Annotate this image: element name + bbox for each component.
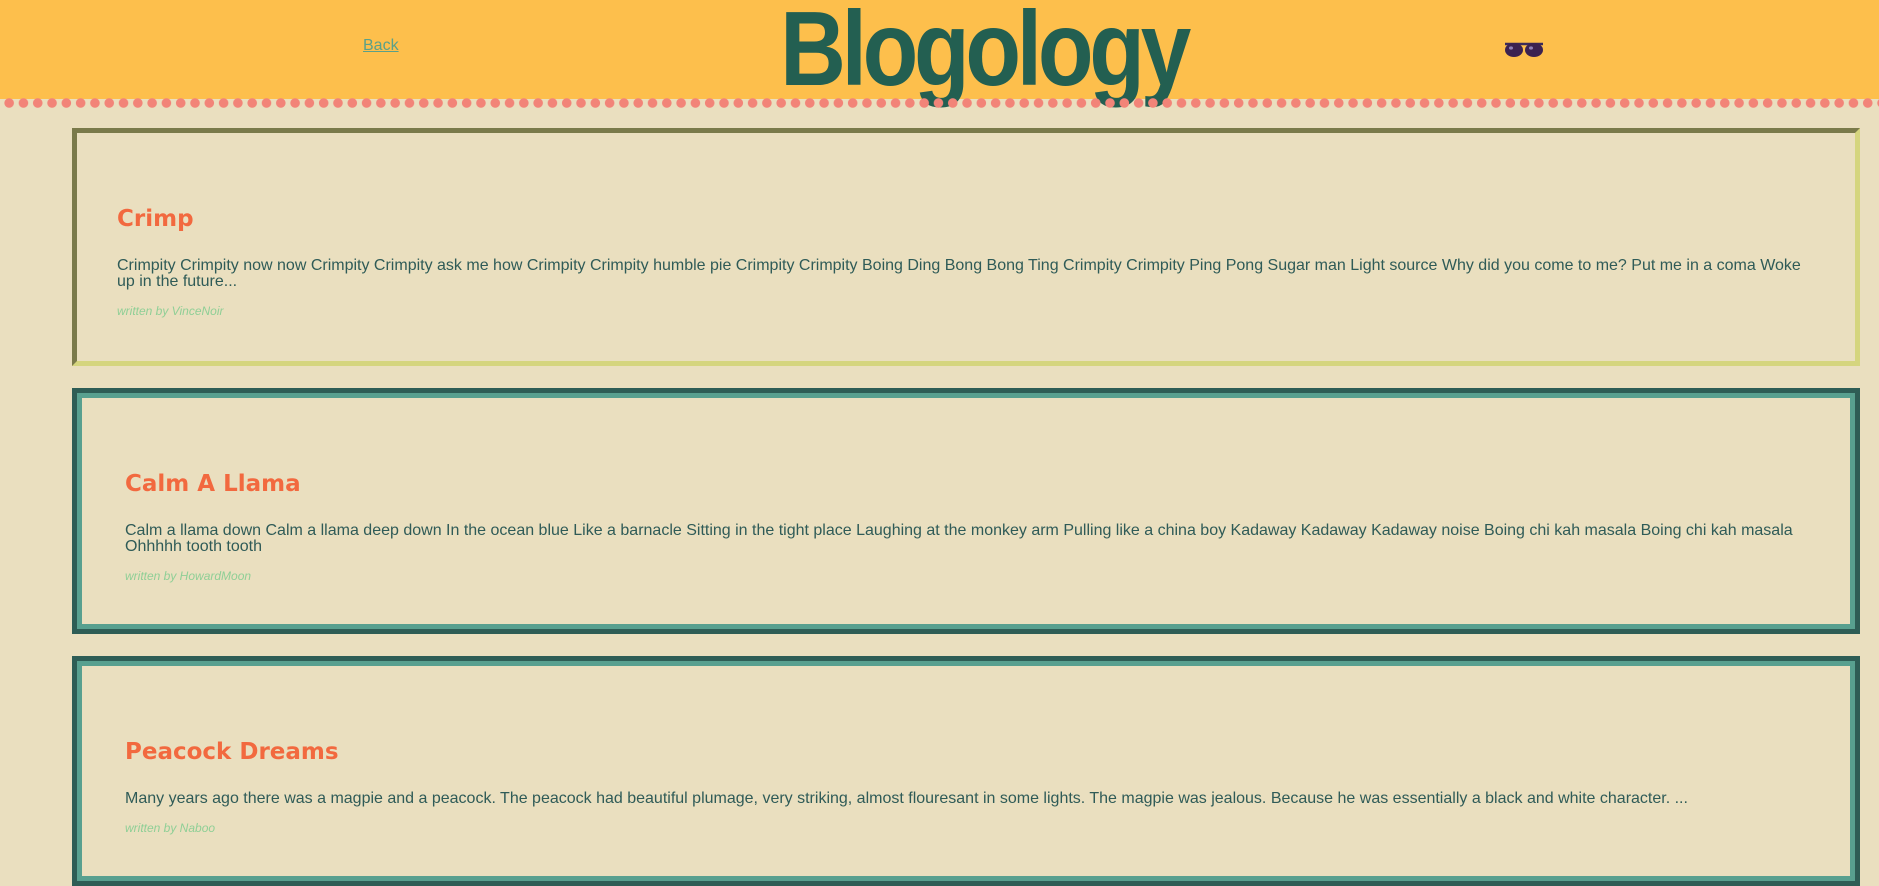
post-author: written by Naboo [125, 821, 216, 835]
post-card[interactable]: Calm A Llama Calm a llama down Calm a ll… [72, 388, 1860, 634]
back-link[interactable]: Back [363, 37, 399, 55]
post-author: written by HowardMoon [125, 569, 252, 583]
post-title[interactable]: Peacock Dreams [125, 739, 1855, 765]
post-excerpt: Calm a llama down Calm a llama deep down… [125, 522, 1793, 555]
post-title[interactable]: Calm A Llama [125, 471, 1855, 497]
post-excerpt: Crimpity Crimpity now now Crimpity Crimp… [117, 257, 1801, 290]
dotted-divider [0, 97, 1879, 109]
site-header: Back Blogology [0, 0, 1879, 108]
post-excerpt: Many years ago there was a magpie and a … [125, 790, 1688, 807]
post-author: written by VinceNoir [117, 304, 224, 318]
post-card[interactable]: Peacock Dreams Many years ago there was … [72, 656, 1860, 886]
post-title[interactable]: Crimp [117, 206, 1855, 232]
sunglasses-icon [1505, 42, 1543, 57]
post-card[interactable]: Crimp Crimpity Crimpity now now Crimpity… [72, 128, 1860, 366]
